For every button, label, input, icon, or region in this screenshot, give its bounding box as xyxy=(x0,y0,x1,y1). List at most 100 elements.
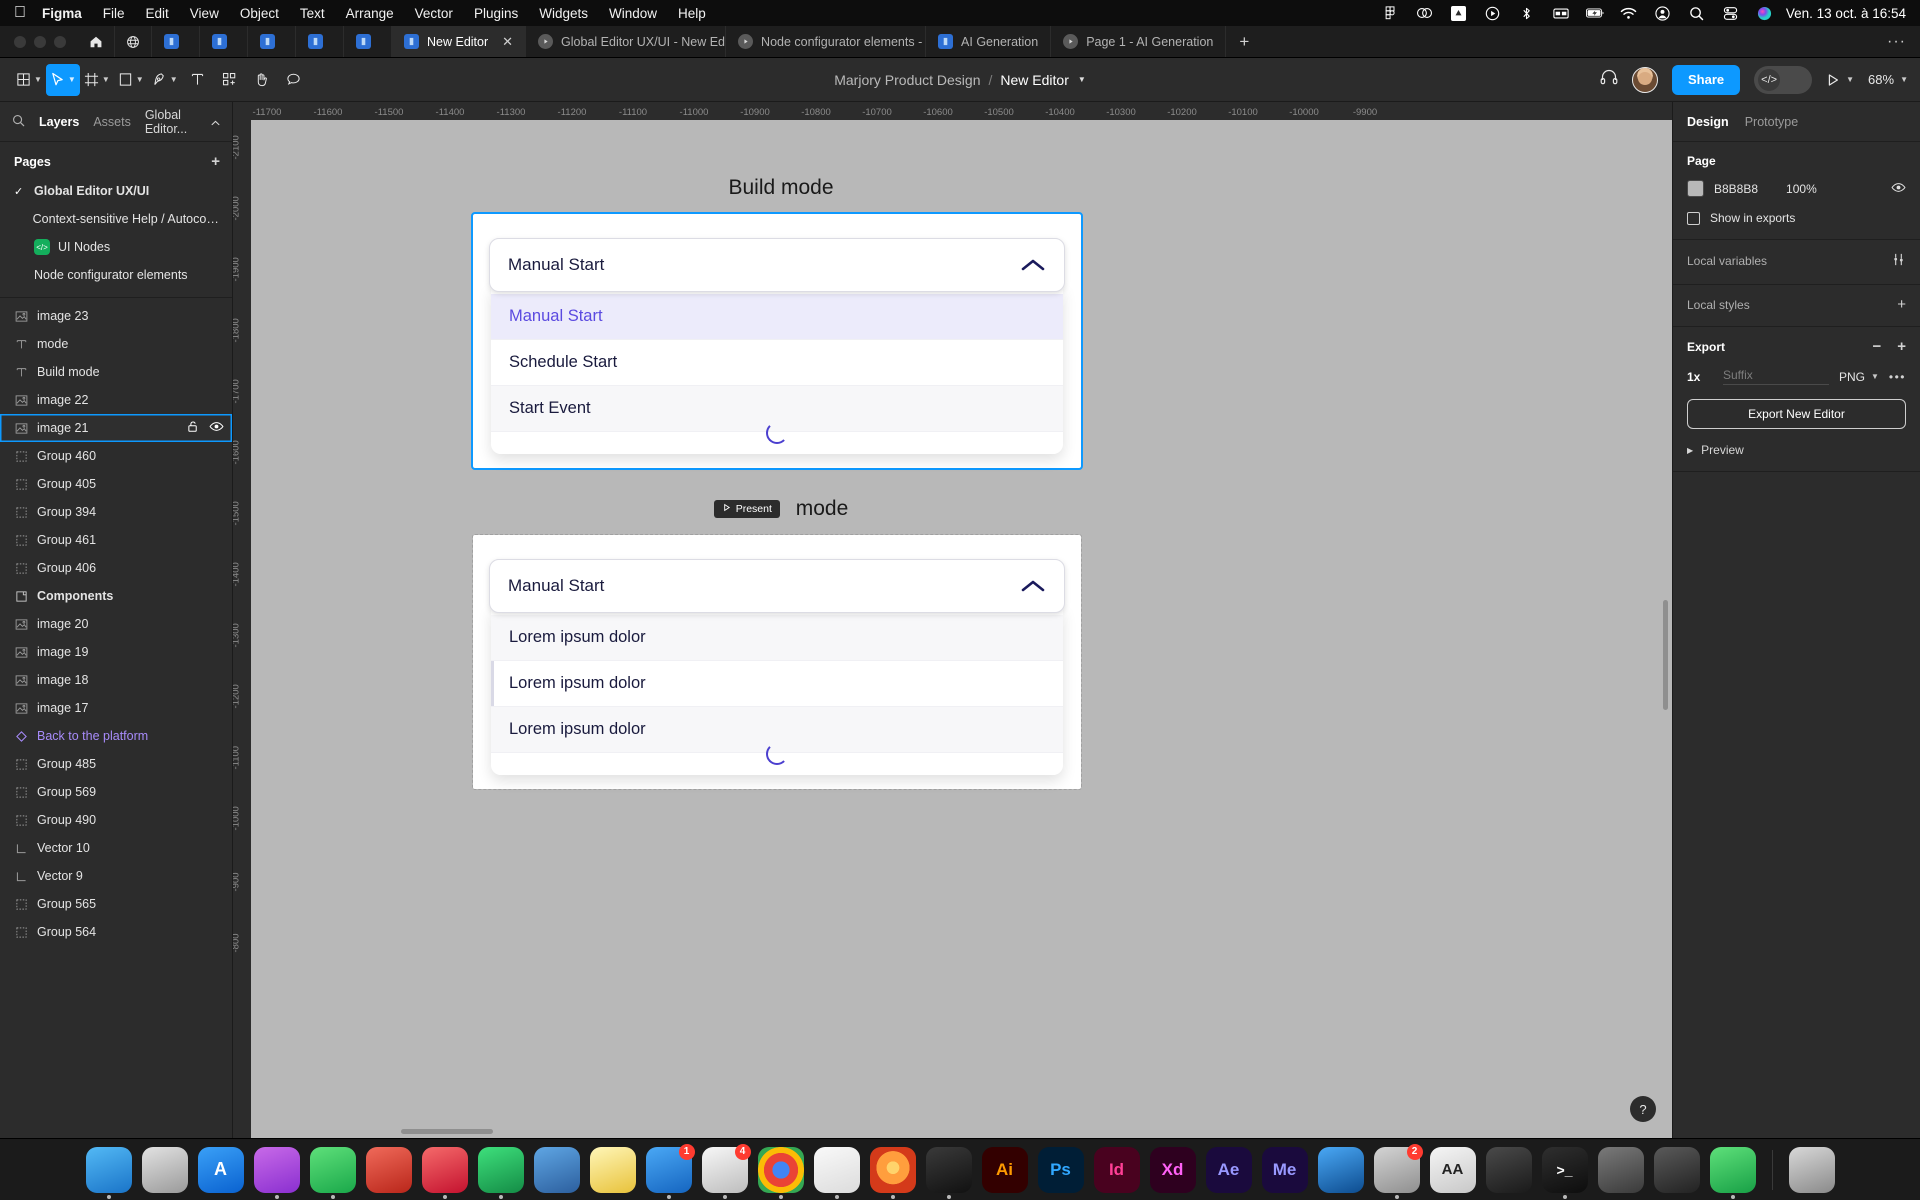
creative-cloud-icon[interactable] xyxy=(1416,4,1434,22)
canvas-horizontal-scrollbar[interactable] xyxy=(401,1129,493,1134)
chevron-down-icon[interactable]: ▼ xyxy=(102,75,110,84)
window-traffic-lights[interactable] xyxy=(0,26,78,57)
frame-build-mode[interactable]: Manual Start Manual Start Schedule Start… xyxy=(471,212,1083,470)
plus-icon[interactable]: + xyxy=(1897,339,1906,354)
search-icon[interactable] xyxy=(1688,4,1706,22)
export-suffix-input[interactable]: Suffix xyxy=(1723,368,1829,385)
unlock-icon[interactable] xyxy=(187,420,199,436)
page-color-row[interactable]: B8B8B8 100% xyxy=(1687,180,1906,197)
dock-item-firefox[interactable] xyxy=(869,1146,916,1199)
menubar-clock[interactable]: Ven. 13 oct. à 16:54 xyxy=(1786,6,1906,21)
dock-item-google-drive[interactable] xyxy=(813,1146,860,1199)
close-window-button[interactable] xyxy=(14,35,26,48)
home-icon[interactable] xyxy=(78,26,115,57)
dock-item-launchpad[interactable] xyxy=(141,1146,188,1193)
dropdown-option[interactable]: Lorem ipsum dolor xyxy=(491,615,1063,661)
main-menu-tool[interactable]: ▼ xyxy=(12,64,46,96)
layers-list[interactable]: image 23 mode Build mode image 22 image … xyxy=(0,298,232,1138)
layer-row[interactable]: Build mode xyxy=(0,358,232,386)
wifi-icon[interactable] xyxy=(1620,4,1638,22)
layer-row[interactable]: Vector 9 xyxy=(0,862,232,890)
layer-row[interactable]: Back to the platform xyxy=(0,722,232,750)
dev-mode-toggle[interactable]: </> xyxy=(1754,65,1813,94)
comment-tool[interactable] xyxy=(278,64,310,96)
share-button[interactable]: Share xyxy=(1671,64,1741,95)
zoom-level-menu[interactable]: 68% ▼ xyxy=(1868,72,1908,87)
tab-untitled-4[interactable] xyxy=(296,26,344,57)
dock-item-spotify[interactable] xyxy=(477,1146,524,1199)
user-avatar[interactable] xyxy=(1631,66,1658,93)
menubar-item-figma[interactable]: Figma xyxy=(42,6,82,21)
control-center-account-icon[interactable] xyxy=(1654,4,1672,22)
tab-global-editor-uxui[interactable]: Global Editor UX/UI - New Editor xyxy=(526,26,727,57)
dropbox-icon[interactable] xyxy=(1450,4,1468,22)
export-button[interactable]: Export New Editor xyxy=(1687,399,1906,429)
dock-item-lightroom[interactable] xyxy=(1317,1146,1364,1193)
dock-item-chrome[interactable] xyxy=(757,1146,804,1199)
dock-item-font-book[interactable]: AA xyxy=(1429,1146,1476,1193)
layer-row-selected[interactable]: image 21 xyxy=(0,414,232,442)
close-icon[interactable]: ✕ xyxy=(502,34,513,50)
layer-row[interactable]: image 17 xyxy=(0,694,232,722)
breadcrumb-project[interactable]: Marjory Product Design xyxy=(834,72,980,88)
layer-row[interactable]: Group 461 xyxy=(0,526,232,554)
resources-tool[interactable] xyxy=(214,64,246,96)
layer-row[interactable]: Group 485 xyxy=(0,750,232,778)
present-pill[interactable]: Present xyxy=(713,500,780,519)
page-item-ui-nodes[interactable]: </> UI Nodes xyxy=(0,233,232,261)
battery-charging-icon[interactable] xyxy=(1585,4,1604,22)
tab-layers[interactable]: Layers xyxy=(39,115,79,129)
layer-row[interactable]: image 19 xyxy=(0,638,232,666)
search-icon[interactable] xyxy=(12,114,25,130)
page-selector[interactable]: Global Editor... xyxy=(145,108,220,136)
page-item-global-editor[interactable]: ✓ Global Editor UX/UI xyxy=(0,177,232,205)
layer-row[interactable]: image 23 xyxy=(0,302,232,330)
dock-item-photoshop[interactable]: Ps xyxy=(1037,1146,1084,1193)
layer-row[interactable]: Group 405 xyxy=(0,470,232,498)
dock-item-finder[interactable] xyxy=(85,1146,132,1199)
visible-eye-icon[interactable] xyxy=(1891,182,1906,196)
chevron-down-icon[interactable]: ▼ xyxy=(1900,75,1908,84)
chevron-down-icon[interactable]: ▼ xyxy=(1846,75,1854,84)
sliders-icon[interactable] xyxy=(1891,252,1906,270)
layer-row[interactable]: Group 565 xyxy=(0,890,232,918)
frame-present-mode[interactable]: Manual Start Lorem ipsum dolor Lorem ips… xyxy=(472,534,1082,790)
chevron-down-icon[interactable]: ▼ xyxy=(34,75,42,84)
layer-row[interactable]: Group 490 xyxy=(0,806,232,834)
dock-item-mail[interactable]: 1 xyxy=(645,1143,695,1199)
dock-item-calculator[interactable] xyxy=(1485,1146,1532,1193)
dock-item-whatsapp[interactable] xyxy=(309,1146,356,1199)
tab-untitled-5[interactable] xyxy=(344,26,392,57)
tab-page-1-ai-generation[interactable]: Page 1 - AI Generation xyxy=(1051,26,1227,57)
export-scale[interactable]: 1x xyxy=(1687,370,1713,384)
frame-tool[interactable]: ▼ xyxy=(80,64,114,96)
dock-item-acrobat[interactable] xyxy=(365,1146,412,1193)
dock-item-app-store[interactable]: A xyxy=(197,1146,244,1193)
new-tab-button[interactable]: + xyxy=(1226,26,1262,57)
text-tool[interactable] xyxy=(182,64,214,96)
dropdown-option[interactable]: Schedule Start xyxy=(491,340,1063,386)
canvas-vertical-scrollbar[interactable] xyxy=(1663,600,1668,710)
plus-icon[interactable]: + xyxy=(1897,297,1906,312)
page-item-node-configurator[interactable]: Node configurator elements xyxy=(0,261,232,289)
chevron-down-icon[interactable]: ▼ xyxy=(136,75,144,84)
tab-prototype[interactable]: Prototype xyxy=(1745,115,1799,129)
local-variables-section[interactable]: Local variables xyxy=(1673,240,1920,285)
dock-item-notes[interactable] xyxy=(589,1146,636,1193)
dock-item-keynote[interactable] xyxy=(533,1146,580,1193)
layer-row[interactable]: image 22 xyxy=(0,386,232,414)
dock-item-preferences[interactable]: 2 xyxy=(1373,1143,1423,1199)
chevron-up-icon[interactable] xyxy=(1020,257,1046,273)
dock-item-podcasts[interactable] xyxy=(253,1146,300,1199)
menubar-item-help[interactable]: Help xyxy=(678,6,706,21)
screen-record-icon[interactable] xyxy=(1484,4,1502,22)
local-styles-section[interactable]: Local styles + xyxy=(1673,285,1920,327)
menubar-item-edit[interactable]: Edit xyxy=(146,6,169,21)
layer-row[interactable]: Group 569 xyxy=(0,778,232,806)
present-button[interactable]: ▼ xyxy=(1826,73,1854,87)
dropdown-menu-present[interactable]: Lorem ipsum dolor Lorem ipsum dolor Lore… xyxy=(491,607,1063,775)
page-item-context-help[interactable]: Context-sensitive Help / Autocomple... xyxy=(0,205,232,233)
tab-ai-generation[interactable]: AI Generation xyxy=(926,26,1052,57)
visible-eye-icon[interactable] xyxy=(209,421,224,435)
dropdown-option[interactable]: Lorem ipsum dolor xyxy=(491,661,1063,707)
